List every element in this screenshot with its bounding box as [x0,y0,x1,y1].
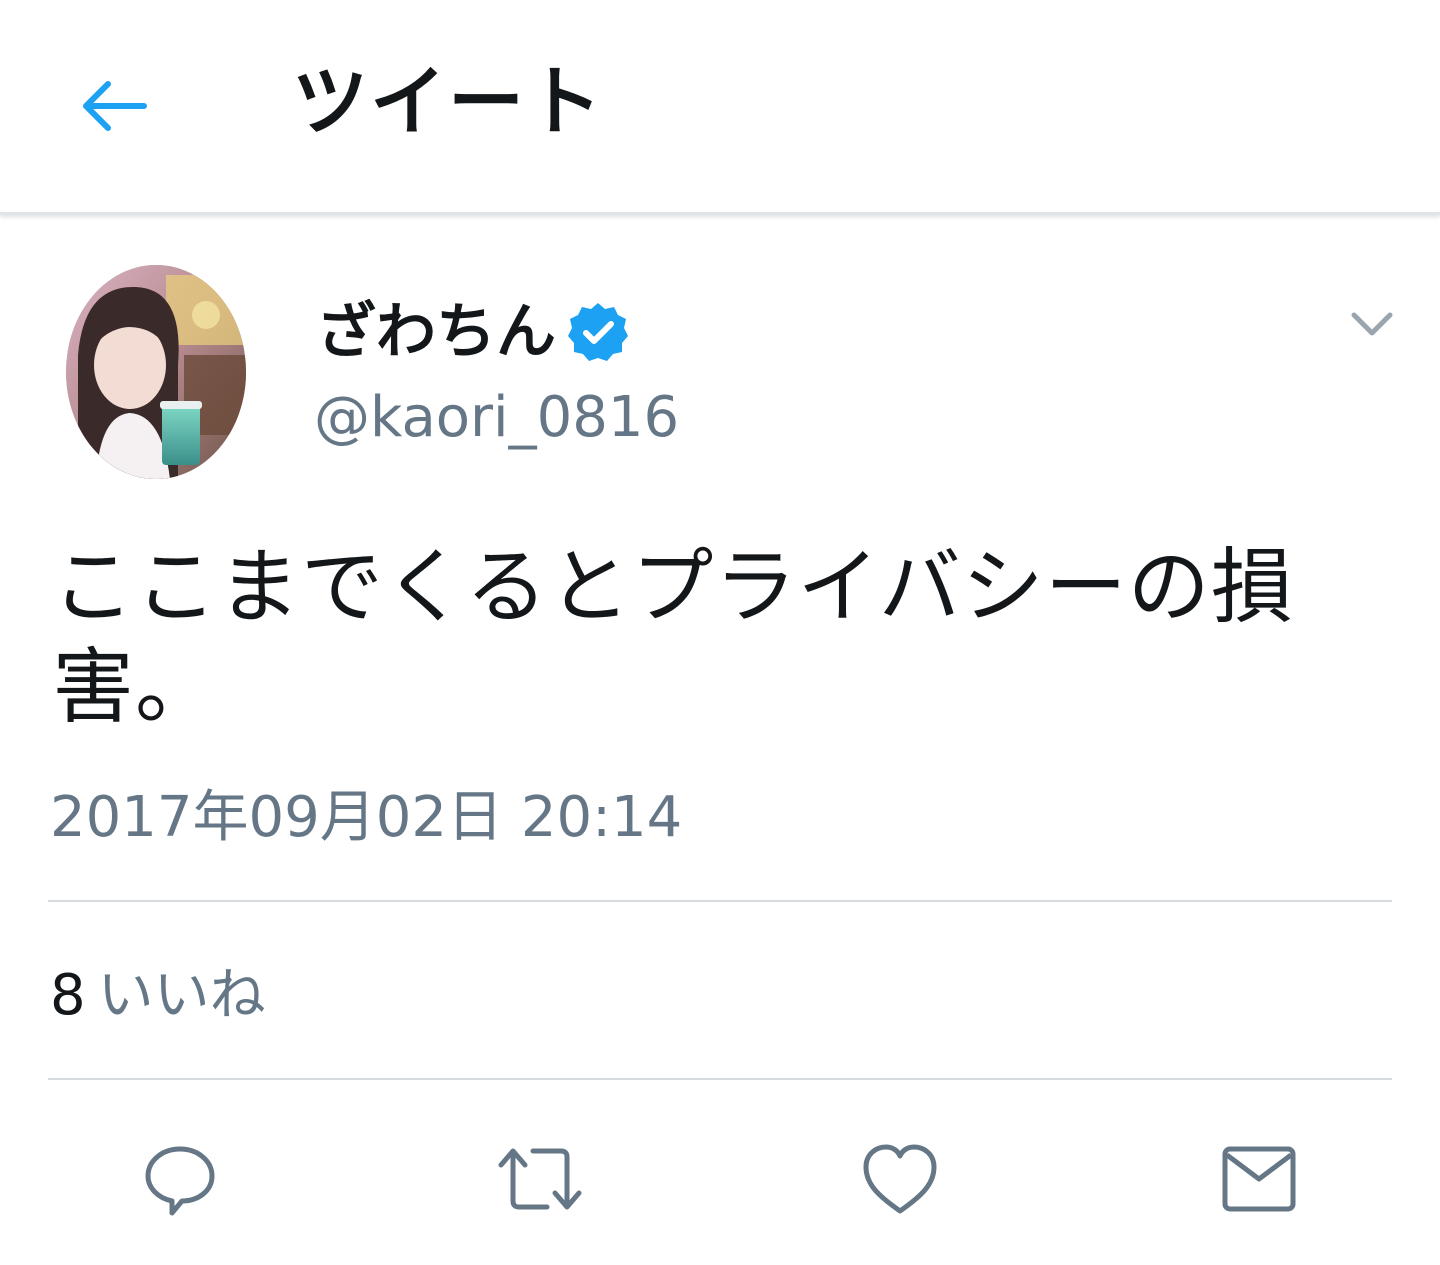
heart-icon [863,1144,937,1214]
share-button[interactable] [1214,1134,1304,1224]
chevron-down-icon [1351,312,1393,336]
like-button[interactable] [855,1134,945,1224]
verified-badge-icon [568,303,628,361]
profile-photo [66,265,246,479]
divider [48,1078,1392,1080]
likes-label: いいね [97,963,266,1028]
divider [48,900,1392,902]
likes-stat[interactable]: 8 いいね [50,960,266,1032]
retweet-icon [498,1148,582,1210]
retweet-button[interactable] [495,1134,585,1224]
avatar[interactable] [66,265,246,479]
envelope-icon [1222,1146,1296,1212]
reply-icon [145,1146,215,1216]
back-button[interactable] [66,64,162,148]
tweet-text: ここまでくるとプライバシーの損害。 [52,540,1294,735]
author-handle[interactable]: @kaori_0816 [314,382,679,454]
reply-button[interactable] [135,1134,225,1224]
page-title: ツイート [292,57,604,146]
top-app-bar: ツイート [0,0,1440,215]
likes-count: 8 [50,963,86,1028]
author-display-name[interactable]: ざわちん [316,292,556,372]
arrow-left-icon [83,81,147,131]
tweet-timestamp: 2017年09月02日 20:14 [50,785,683,850]
tweet-options-button[interactable] [1342,300,1402,348]
